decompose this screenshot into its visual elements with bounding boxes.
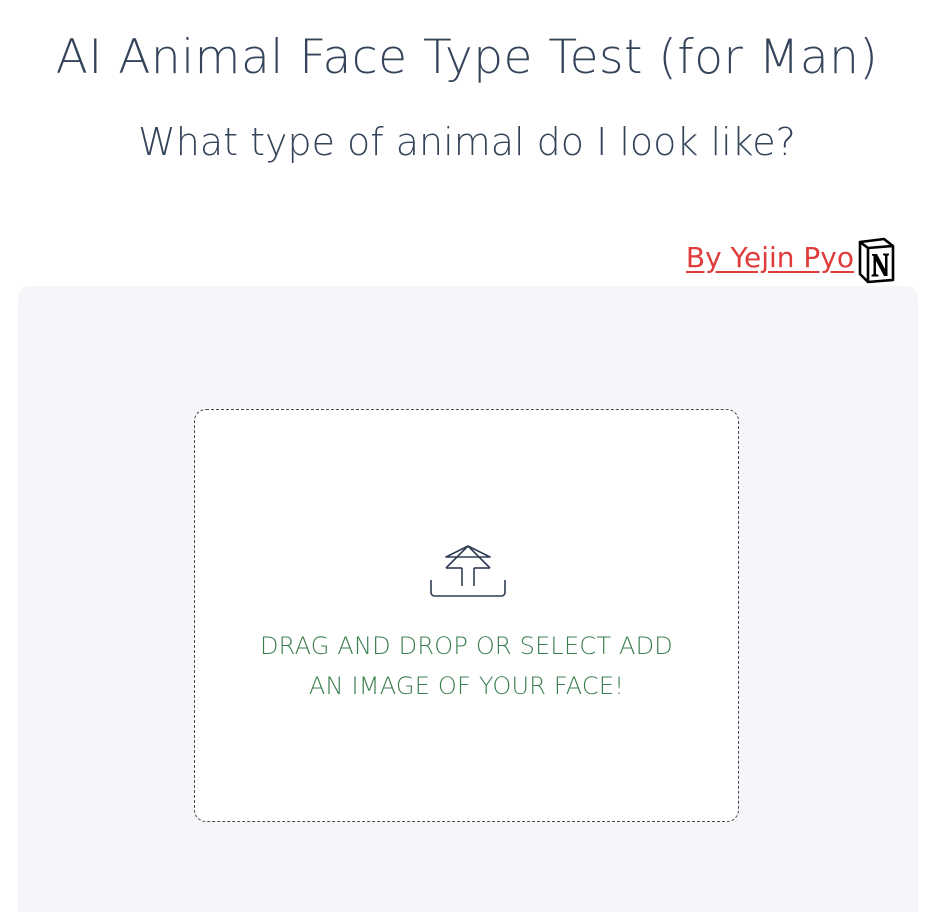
page: AI Animal Face Type Test (for Man) What … xyxy=(0,0,934,912)
image-dropzone[interactable] xyxy=(194,409,739,822)
notion-logo-icon[interactable] xyxy=(856,236,896,284)
instruction-line-1: DRAG AND DROP OR SELECT ADD xyxy=(260,632,673,660)
page-title: AI Animal Face Type Test (for Man) xyxy=(55,30,879,85)
page-subtitle: What type of animal do I look like? xyxy=(138,120,796,164)
author-link[interactable]: By Yejin Pyo xyxy=(686,244,854,276)
dropzone-instructions: DRAG AND DROP OR SELECT ADD AN IMAGE OF … xyxy=(194,626,739,706)
instruction-line-2: AN IMAGE OF YOUR FACE! xyxy=(308,672,625,700)
upload-icon xyxy=(430,545,506,597)
author-credit: By Yejin Pyo xyxy=(686,236,896,284)
